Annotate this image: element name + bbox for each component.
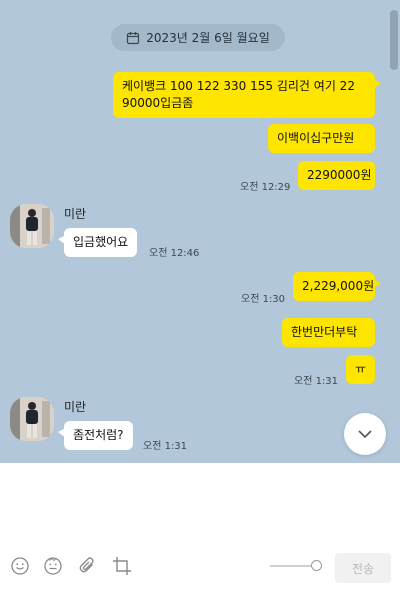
message-time: 오전 1:31	[294, 376, 339, 387]
emoji-button[interactable]	[9, 555, 31, 577]
profile-photo	[10, 397, 54, 441]
message-time: 오전 1:31	[143, 441, 188, 452]
my-message-bubble[interactable]: 한번만더부탁	[282, 318, 375, 347]
sticker-button[interactable]	[42, 555, 64, 577]
send-button[interactable]: 전송	[335, 553, 391, 583]
crop-icon	[113, 557, 131, 575]
message-text: 2,229,000원	[302, 279, 375, 293]
message-text: 한번만더부탁	[291, 325, 358, 339]
chat-area[interactable]: 2023년 2월 6일 월요일 케이뱅크 100 122 330 155 김리건…	[0, 0, 400, 463]
date-text: 2023년 2월 6일 월요일	[146, 31, 270, 45]
message-text: 입금했어요	[73, 235, 129, 249]
message-text: ㅠ	[354, 362, 367, 376]
message-text: 케이뱅크 100 122 330 155 김리건 여기 22	[122, 79, 355, 93]
message-text: 2290000원	[307, 168, 372, 182]
my-message-bubble[interactable]: 2290000원	[298, 161, 375, 190]
scrollbar[interactable]	[390, 10, 398, 70]
my-message-bubble[interactable]: 케이뱅크 100 122 330 155 김리건 여기 22 90000입금좀	[113, 72, 381, 118]
calendar-icon	[126, 31, 140, 45]
message-time: 오전 12:46	[149, 248, 200, 259]
message-text: 이백이십구만원	[277, 131, 355, 145]
avatar[interactable]	[10, 397, 54, 441]
composer-toolbar: 전송	[0, 553, 400, 583]
message-time: 오전 12:29	[240, 182, 291, 193]
date-separator: 2023년 2월 6일 월요일	[111, 24, 285, 51]
their-message-bubble[interactable]: 입금했어요	[57, 228, 138, 257]
attach-icon	[79, 557, 94, 573]
sender-name: 미란	[64, 207, 87, 221]
my-message-bubble[interactable]: ㅠ	[346, 355, 375, 384]
message-text: 90000입금좀	[122, 96, 194, 110]
sticker-icon	[44, 557, 62, 575]
my-message-bubble[interactable]: 2,229,000원	[293, 272, 381, 301]
their-message-bubble[interactable]: 좀전처럼?	[58, 421, 133, 450]
attach-button[interactable]	[77, 555, 99, 577]
profile-photo	[10, 204, 54, 248]
avatar[interactable]	[10, 204, 54, 248]
scroll-to-bottom-button[interactable]	[344, 413, 386, 455]
transparency-slider-handle[interactable]	[311, 560, 322, 571]
capture-button[interactable]	[111, 555, 133, 577]
message-time: 오전 1:30	[241, 294, 286, 305]
message-text: 좀전처럼?	[73, 428, 124, 442]
chevron-down-icon	[358, 430, 372, 439]
sender-name: 미란	[64, 400, 87, 414]
my-message-bubble[interactable]: 이백이십구만원	[268, 124, 375, 153]
emoji-icon	[11, 557, 29, 575]
